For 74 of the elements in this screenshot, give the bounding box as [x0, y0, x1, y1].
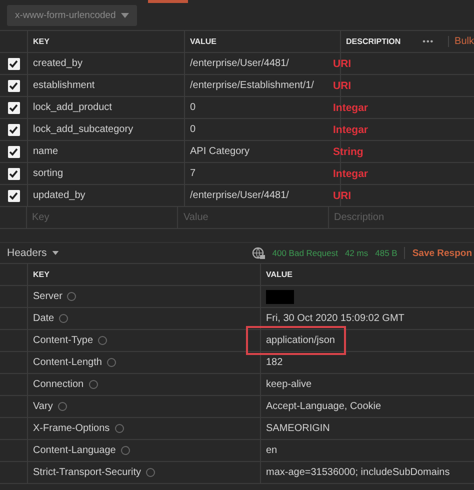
checkbox[interactable] — [8, 80, 20, 92]
table-cell: Date — [33, 313, 54, 324]
column-header: KEY — [33, 270, 50, 279]
checkbox[interactable] — [8, 190, 20, 202]
column-header: DESCRIPTION — [346, 37, 401, 46]
save-response-button[interactable]: Save Respon — [412, 248, 472, 258]
table-cell: establishment — [33, 80, 95, 91]
table-cell: Content-Type — [33, 335, 94, 346]
table-cell: created_by — [33, 58, 82, 69]
info-icon[interactable] — [59, 314, 68, 323]
checkbox[interactable] — [8, 102, 20, 114]
info-icon[interactable] — [146, 468, 155, 477]
annotation-text: URI — [333, 58, 352, 70]
more-button[interactable]: ••• — [422, 37, 434, 46]
globe-lock-icon[interactable] — [252, 246, 266, 260]
table-cell: Connection — [33, 379, 84, 390]
table-cell: Content-Language — [33, 445, 116, 456]
value-input[interactable]: Value — [183, 212, 324, 223]
column-header: KEY — [33, 37, 50, 46]
table-cell: keep-alive — [266, 379, 312, 390]
table-cell: Vary — [33, 401, 53, 412]
description-input[interactable]: Description — [334, 212, 474, 223]
checkbox[interactable] — [8, 146, 20, 158]
table-cell: Fri, 30 Oct 2020 15:09:02 GMT — [266, 313, 404, 324]
table-cell: X-Frame-Options — [33, 423, 110, 434]
table-cell: Content-Length — [33, 357, 102, 368]
info-icon[interactable] — [120, 446, 130, 455]
table-cell: lock_add_product — [33, 102, 112, 113]
table-cell: 182 — [266, 357, 283, 368]
table-cell: 0 — [190, 124, 196, 135]
info-icon[interactable] — [106, 358, 116, 367]
table-cell: API Category — [190, 146, 250, 157]
table-cell: Strict-Transport-Security — [33, 467, 141, 478]
table-cell: /enterprise/User/4481/ — [190, 58, 289, 69]
table-cell: updated_by — [33, 190, 86, 201]
annotation-text: URI — [333, 80, 352, 92]
info-icon[interactable] — [67, 292, 76, 301]
column-header: VALUE — [190, 37, 217, 46]
annotation-text: Integar — [333, 124, 368, 136]
table-cell: en — [266, 445, 278, 456]
table-cell: /enterprise/Establishment/1/ — [190, 80, 314, 91]
active-tab-indicator — [148, 0, 188, 3]
caret-icon — [121, 13, 129, 18]
checkbox[interactable] — [8, 58, 20, 70]
checkbox[interactable] — [8, 168, 20, 180]
info-icon[interactable] — [58, 402, 67, 411]
annotation-text: String — [333, 146, 364, 158]
table-cell: SAMEORIGIN — [266, 423, 330, 434]
annotation-text: Integar — [333, 102, 368, 114]
caret-icon — [52, 251, 59, 255]
time-text: 42 ms — [344, 248, 368, 258]
table-cell: max-age=31536000; includeSubDomains — [266, 467, 450, 478]
info-icon[interactable] — [98, 336, 108, 345]
info-icon[interactable] — [88, 380, 98, 389]
status-text: 400 Bad Request — [272, 248, 338, 258]
headers-tab[interactable]: Headers — [7, 247, 59, 259]
size-text: 485 B — [375, 248, 398, 258]
column-header: VALUE — [266, 270, 293, 279]
table-cell: /enterprise/User/4481/ — [190, 190, 289, 201]
table-cell: lock_add_subcategory — [33, 124, 134, 135]
table-cell: Server — [33, 291, 62, 302]
table-cell: 7 — [190, 168, 196, 179]
annotation-text: Integar — [333, 168, 368, 180]
table-cell: sorting — [33, 168, 64, 179]
bulk-edit-link[interactable]: Bulk — [448, 36, 474, 47]
key-input[interactable]: Key — [32, 212, 172, 223]
table-cell: 0 — [190, 102, 196, 113]
checkbox[interactable] — [8, 124, 20, 136]
info-icon[interactable] — [114, 424, 124, 433]
table-cell: Accept-Language, Cookie — [266, 401, 382, 412]
body-type-dropdown[interactable]: x-www-form-urlencoded — [7, 5, 137, 26]
table-cell: name — [33, 146, 58, 157]
table-cell: application/json — [266, 335, 335, 346]
annotation-text: URI — [333, 190, 352, 202]
